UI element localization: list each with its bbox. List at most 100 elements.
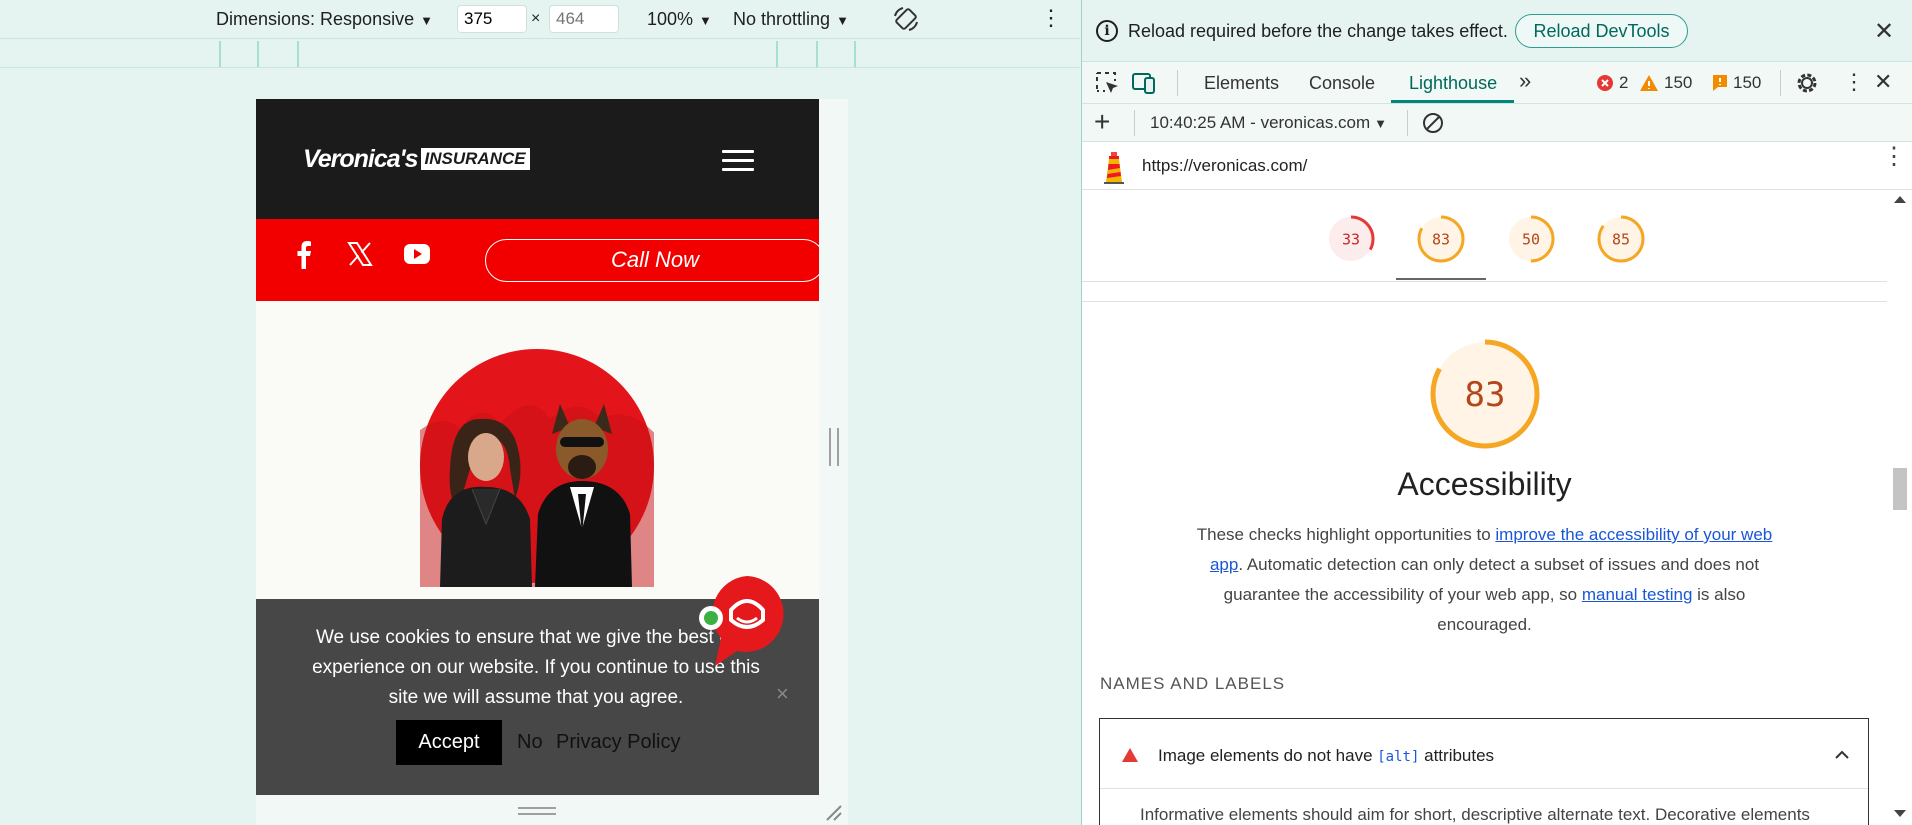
tab-elements[interactable]: Elements [1204,73,1279,94]
ruler-mark [816,41,818,67]
more-tabs-icon[interactable]: » [1519,68,1531,94]
issues-count[interactable]: 150 [1733,73,1761,93]
lighthouse-toolbar: + 10:40:25 AM - veronicas.com ▼ [1082,104,1912,142]
youtube-icon[interactable] [404,244,430,264]
audit-header[interactable]: Image elements do not have [alt] attribu… [1100,719,1868,789]
resize-handle-bottom[interactable] [518,807,556,815]
more-options-icon[interactable]: ⋮ [1843,69,1865,95]
desc-text: These checks highlight opportunities to [1196,525,1496,544]
throttling-dropdown[interactable]: No throttling ▼ [733,9,849,30]
score-gauges: 33 83 50 85 [1082,190,1887,282]
chevron-down-icon: ▼ [1374,116,1388,131]
ruler-mark [854,41,856,67]
gauge-separator [1082,282,1887,302]
toolbar-separator [1407,110,1408,136]
info-icon: i [1096,20,1118,42]
device-toolbar: Dimensions: Responsive ▼ × 100% ▼ No throt… [0,0,1080,38]
report-select[interactable]: 10:40:25 AM - veronicas.com ▼ [1150,113,1387,133]
hamburger-menu-icon[interactable] [722,150,754,172]
category-title: Accessibility [1397,466,1572,502]
issues-icon [1713,75,1727,91]
category-score-gauge: 83 [1430,339,1540,449]
scroll-thumb[interactable] [1893,468,1907,510]
chevron-up-icon[interactable] [1834,749,1850,759]
rotate-icon[interactable] [891,4,921,34]
report-url-bar: https://veronicas.com/ ⋮ [1082,142,1912,190]
clear-reports-icon[interactable] [1422,112,1444,134]
ruler-mark [776,41,778,67]
resize-corner-icon[interactable] [823,802,843,822]
report-select-value: 10:40:25 AM - veronicas.com [1150,113,1371,132]
zoom-value: 100% [647,9,694,29]
report-url[interactable]: https://veronicas.com/ [1142,156,1307,176]
audit-description: Informative elements should aim for shor… [1140,805,1810,824]
close-icon[interactable]: ✕ [1874,17,1894,46]
social-bar: Call Now [256,219,819,301]
lighthouse-logo-icon [1104,152,1124,184]
ruler-mark [257,41,259,67]
more-options-icon[interactable]: ⋮ [1040,7,1062,29]
devtools-panel: i Reload required before the change take… [1081,0,1912,825]
logo-box: INSURANCE [420,148,530,170]
score-gauge[interactable]: 33 [1326,214,1376,264]
facebook-icon[interactable] [296,239,312,269]
info-bar: i Reload required before the change take… [1082,0,1912,62]
dimensions-dropdown[interactable]: Dimensions: Responsive ▼ [216,9,433,30]
chevron-down-icon: ▼ [836,13,849,28]
accept-cookies-button[interactable]: Accept [396,720,502,765]
reload-devtools-button[interactable]: Reload DevTools [1515,14,1688,48]
score-gauge[interactable]: 85 [1596,214,1646,264]
hero-image [420,404,654,587]
lighthouse-report: 33 83 50 85 83 Accessibility These check… [1082,190,1887,825]
selected-gauge-indicator [1396,278,1486,280]
chevron-down-icon: ▼ [699,13,712,28]
warning-icon [1640,75,1658,91]
chat-widget-icon[interactable] [697,576,789,668]
add-report-icon[interactable]: + [1094,106,1110,138]
score-gauge[interactable]: 83 [1416,214,1466,264]
manual-testing-link[interactable]: manual testing [1582,585,1693,604]
audit-title-code: [alt] [1377,749,1420,765]
toolbar-separator [1134,110,1135,136]
site-logo[interactable]: Veronica's INSURANCE [303,145,530,174]
close-devtools-icon[interactable]: ✕ [1874,69,1892,95]
active-tab-indicator [1391,100,1514,103]
device-toolbar-icon[interactable] [1131,70,1157,96]
dimensions-label: Dimensions: Responsive [216,9,415,29]
audit-item: Image elements do not have [alt] attribu… [1099,718,1869,825]
privacy-policy-link[interactable]: Privacy Policy [556,731,680,754]
score-gauge[interactable]: 50 [1506,214,1556,264]
audit-title: Image elements do not have [alt] attribu… [1158,746,1494,766]
ruler-mark [297,41,299,67]
report-scrollbar[interactable] [1887,190,1912,825]
gauge-score: 85 [1612,230,1630,248]
call-now-button[interactable]: Call Now [485,239,819,282]
audit-title-text: Image elements do not have [1158,746,1378,765]
devtools-tabbar: Elements Console Lighthouse » 2 150 150 … [1082,62,1912,104]
gauge-score: 50 [1522,230,1540,248]
error-count[interactable]: 2 [1619,73,1628,93]
more-options-icon[interactable]: ⋮ [1882,145,1906,169]
toolbar-separator [1780,70,1781,96]
audit-title-text: attributes [1419,746,1495,765]
x-icon[interactable] [347,241,373,267]
height-input[interactable] [549,5,619,33]
close-icon[interactable]: × [776,681,789,707]
warning-count[interactable]: 150 [1664,73,1692,93]
site-header: Veronica's INSURANCE [256,99,819,219]
inspect-element-icon[interactable] [1094,70,1120,96]
decline-cookies-link[interactable]: No [517,731,543,754]
error-icon [1597,75,1613,91]
media-query-ruler [0,38,1080,68]
gear-icon[interactable] [1794,70,1820,96]
tab-console[interactable]: Console [1309,73,1375,94]
throttling-value: No throttling [733,9,831,29]
gauge-score: 33 [1342,230,1360,248]
zoom-dropdown[interactable]: 100% ▼ [647,9,712,30]
width-input[interactable] [457,5,527,33]
scroll-down-arrow-icon[interactable] [1894,810,1906,817]
tab-lighthouse[interactable]: Lighthouse [1409,73,1497,94]
resize-handle-right[interactable] [829,428,839,466]
scroll-up-arrow-icon[interactable] [1894,196,1906,203]
dimension-times: × [531,10,541,27]
